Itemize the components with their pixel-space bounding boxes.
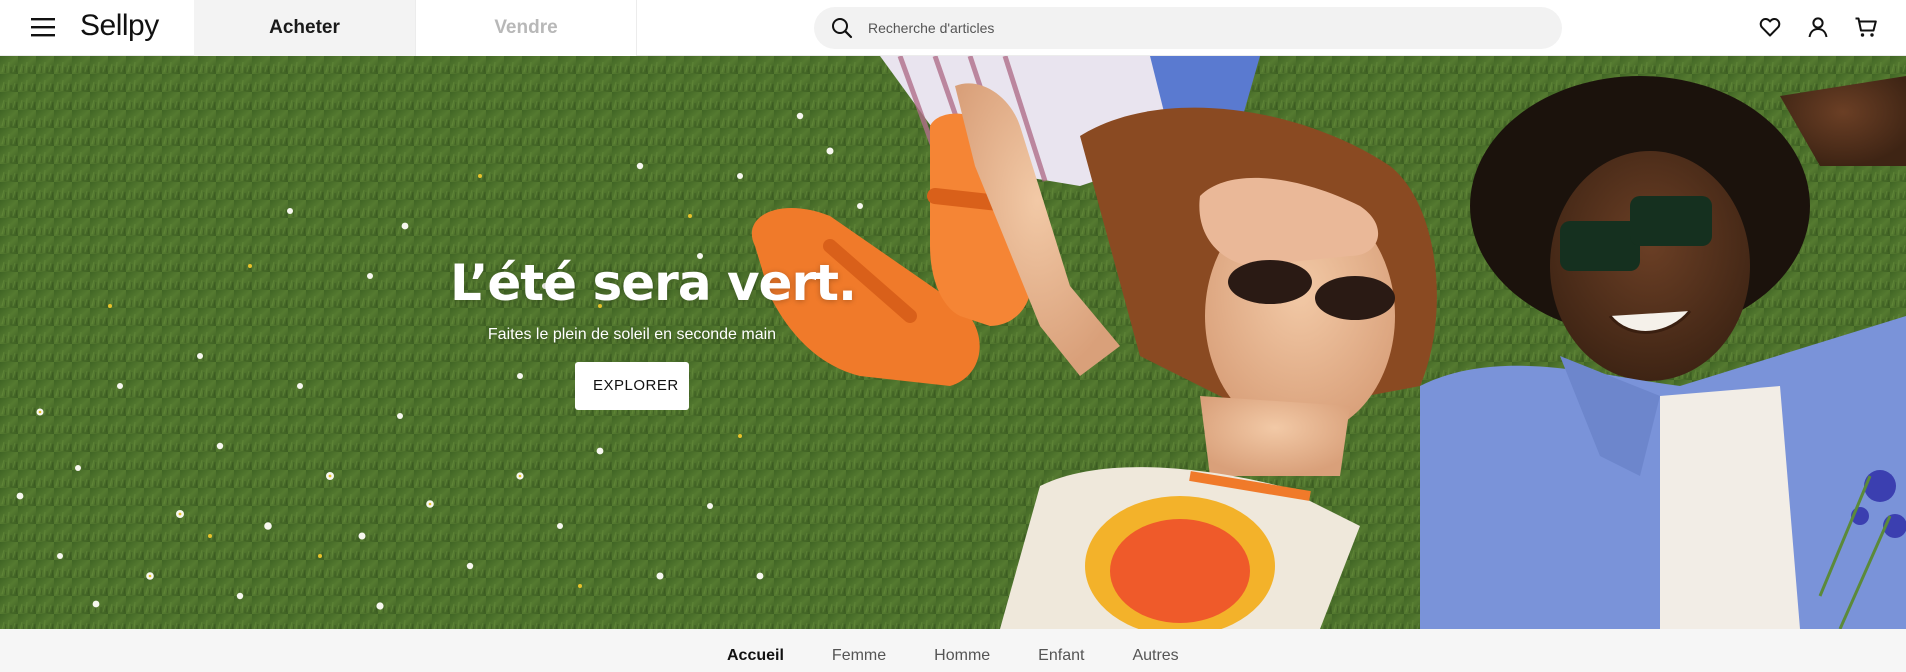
- search-bar: [814, 7, 1562, 49]
- header-actions: [1758, 14, 1878, 40]
- category-accueil[interactable]: Accueil: [727, 647, 784, 665]
- menu-icon[interactable]: [30, 16, 60, 40]
- cart-icon[interactable]: [1854, 14, 1878, 40]
- heart-icon[interactable]: [1758, 14, 1782, 40]
- hero-title: L’été sera vert.: [450, 254, 857, 312]
- buy-sell-switch: Acheter Vendre: [194, 0, 637, 56]
- hero-content: L’été sera vert. Faites le plein de sole…: [450, 254, 857, 410]
- hero-image: [0, 56, 1906, 629]
- category-enfant[interactable]: Enfant: [1038, 647, 1084, 665]
- category-femme[interactable]: Femme: [832, 647, 886, 665]
- search-input[interactable]: [868, 20, 1528, 36]
- category-autres[interactable]: Autres: [1132, 647, 1178, 665]
- tab-acheter[interactable]: Acheter: [194, 0, 416, 56]
- category-homme[interactable]: Homme: [934, 647, 990, 665]
- hero-subtitle: Faites le plein de soleil en seconde mai…: [487, 326, 777, 343]
- user-icon[interactable]: [1806, 14, 1830, 40]
- top-header: Sellpy Acheter Vendre: [0, 0, 1906, 56]
- search-icon[interactable]: [830, 16, 854, 40]
- category-nav: Accueil Femme Homme Enfant Autres: [0, 629, 1906, 672]
- explore-button[interactable]: EXPLORER: [575, 362, 689, 410]
- tab-vendre[interactable]: Vendre: [416, 0, 637, 56]
- sellpy-logo[interactable]: Sellpy: [80, 9, 159, 43]
- hero-banner[interactable]: L’été sera vert. Faites le plein de sole…: [0, 56, 1906, 629]
